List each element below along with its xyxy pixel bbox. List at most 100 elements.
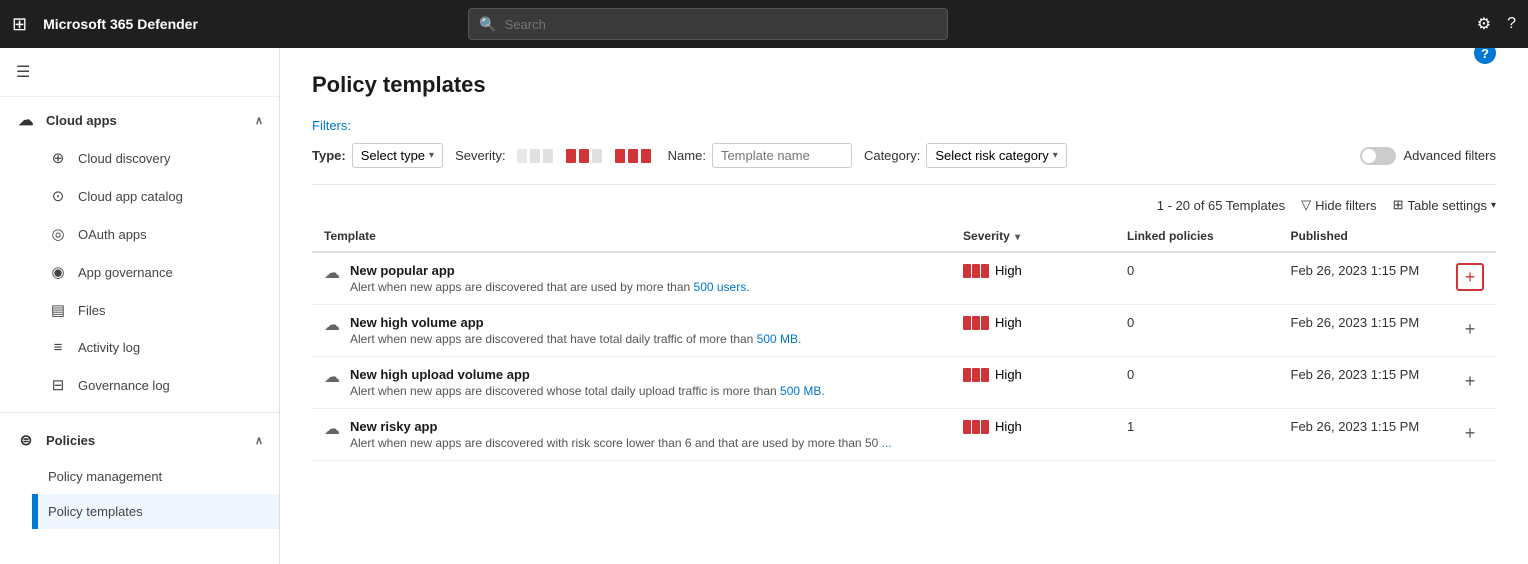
sev-rect-med-1 bbox=[566, 149, 576, 163]
selected-indicator bbox=[35, 494, 38, 529]
template-cell-1: ☁ New high volume app Alert when new app… bbox=[312, 305, 951, 357]
sev-bar-3-0 bbox=[981, 264, 989, 278]
severity-low-swatch[interactable] bbox=[512, 146, 558, 166]
sidebar-item-activity-log[interactable]: ≡ Activity log bbox=[32, 329, 279, 366]
sev-rect-high-3 bbox=[641, 149, 651, 163]
sev-rect-low-2 bbox=[530, 149, 540, 163]
sidebar-item-policy-management[interactable]: Policy management bbox=[32, 459, 279, 494]
hamburger-button[interactable]: ☰ bbox=[0, 48, 279, 97]
template-desc-link-1[interactable]: 500 MB. bbox=[757, 332, 802, 346]
template-text-1: New high volume app Alert when new apps … bbox=[350, 315, 801, 346]
template-cell-inner: ☁ New high upload volume app Alert when … bbox=[324, 367, 939, 398]
col-header-linked: Linked policies bbox=[1115, 221, 1279, 252]
sidebar-label-cloud-apps: Cloud apps bbox=[46, 113, 117, 128]
published-cell-1: Feb 26, 2023 1:15 PM bbox=[1279, 305, 1444, 357]
sidebar-item-oauth-apps[interactable]: ◎ OAuth apps bbox=[32, 215, 279, 253]
col-header-severity[interactable]: Severity ▾ bbox=[951, 221, 1115, 252]
severity-high-swatch[interactable] bbox=[610, 146, 656, 166]
sev-bar-1-3 bbox=[963, 420, 971, 434]
sev-rect-high-1 bbox=[615, 149, 625, 163]
template-desc-3: Alert when new apps are discovered with … bbox=[350, 436, 892, 450]
chevron-up-icon-2: ∧ bbox=[255, 434, 263, 447]
search-bar[interactable]: 🔍 bbox=[468, 8, 948, 40]
sort-arrow-severity: ▾ bbox=[1015, 232, 1020, 243]
add-button-2[interactable]: + bbox=[1456, 367, 1484, 395]
add-highlighted-button-0[interactable]: + bbox=[1456, 263, 1484, 291]
sev-bar-1-1 bbox=[963, 316, 971, 330]
severity-icons bbox=[512, 146, 656, 166]
table-row: ☁ New popular app Alert when new apps ar… bbox=[312, 252, 1496, 305]
advanced-filters-label: Advanced filters bbox=[1404, 148, 1497, 163]
sidebar-item-cloud-discovery[interactable]: ⊕ Cloud discovery bbox=[32, 139, 279, 177]
search-input[interactable] bbox=[505, 17, 938, 32]
severity-cell-3: High bbox=[951, 409, 1115, 461]
name-label: Name: bbox=[668, 148, 706, 163]
sev-bar-1-2 bbox=[963, 368, 971, 382]
sidebar-label-activity-log: Activity log bbox=[78, 340, 140, 355]
sidebar-section-policies: ⊜ Policies ∧ Policy management Policy te… bbox=[0, 417, 279, 533]
filter-funnel-icon: ▽ bbox=[1301, 197, 1311, 213]
type-select[interactable]: Select type ▾ bbox=[352, 143, 443, 168]
table-count: 1 - 20 of 65 Templates bbox=[1157, 198, 1285, 213]
linked-cell-3: 1 bbox=[1115, 409, 1279, 461]
category-select[interactable]: Select risk category ▾ bbox=[926, 143, 1066, 168]
sidebar-item-governance-log[interactable]: ⊟ Governance log bbox=[32, 366, 279, 404]
policies-icon: ⊜ bbox=[16, 431, 36, 449]
type-filter-group: Type: Select type ▾ bbox=[312, 143, 443, 168]
sev-rect-low-3 bbox=[543, 149, 553, 163]
severity-label-3: High bbox=[995, 419, 1022, 434]
sev-bar-2-2 bbox=[972, 368, 980, 382]
severity-indicator-0: High bbox=[963, 263, 1103, 278]
sev-bar-3-2 bbox=[981, 368, 989, 382]
severity-cell-0: High bbox=[951, 252, 1115, 305]
template-desc-2: Alert when new apps are discovered whose… bbox=[350, 384, 825, 398]
sev-bar-2-1 bbox=[972, 316, 980, 330]
help-button[interactable]: ? bbox=[1474, 48, 1496, 64]
template-desc-link-0[interactable]: 500 users. bbox=[694, 280, 750, 294]
settings-icon[interactable]: ⚙ bbox=[1477, 14, 1491, 34]
hide-filters-button[interactable]: ▽ Hide filters bbox=[1301, 197, 1376, 213]
linked-cell-2: 0 bbox=[1115, 357, 1279, 409]
sidebar-item-policy-templates[interactable]: Policy templates bbox=[32, 494, 279, 529]
template-desc-link-3[interactable]: ... bbox=[882, 436, 892, 450]
template-cell-3: ☁ New risky app Alert when new apps are … bbox=[312, 409, 951, 461]
add-button-1[interactable]: + bbox=[1456, 315, 1484, 343]
sidebar-label-policies: Policies bbox=[46, 433, 95, 448]
template-name-2: New high upload volume app bbox=[350, 367, 825, 382]
sidebar-item-app-governance[interactable]: ◉ App governance bbox=[32, 253, 279, 291]
category-chevron-icon: ▾ bbox=[1053, 150, 1058, 161]
grid-icon[interactable]: ⊞ bbox=[12, 14, 27, 35]
sidebar-item-cloud-apps[interactable]: ☁ Cloud apps ∧ bbox=[0, 101, 279, 139]
template-name-1: New high volume app bbox=[350, 315, 801, 330]
search-icon: 🔍 bbox=[479, 16, 496, 33]
category-value: Select risk category bbox=[935, 148, 1048, 163]
sev-bar-2-3 bbox=[972, 420, 980, 434]
sidebar-sub-policies: Policy management Policy templates bbox=[0, 459, 279, 529]
severity-med-swatch[interactable] bbox=[561, 146, 607, 166]
sidebar-label-files: Files bbox=[78, 303, 105, 318]
files-icon: ▤ bbox=[48, 301, 68, 319]
sidebar-sub-cloud: ⊕ Cloud discovery ⊙ Cloud app catalog ◎ … bbox=[0, 139, 279, 404]
template-desc-link-2[interactable]: 500 MB. bbox=[780, 384, 825, 398]
template-text-3: New risky app Alert when new apps are di… bbox=[350, 419, 892, 450]
advanced-filters-toggle[interactable] bbox=[1360, 147, 1396, 165]
sidebar-label-cloud-discovery: Cloud discovery bbox=[78, 151, 171, 166]
template-name-3: New risky app bbox=[350, 419, 892, 434]
hide-filters-label: Hide filters bbox=[1315, 198, 1376, 213]
sidebar-label-app-governance: App governance bbox=[78, 265, 173, 280]
table-settings-button[interactable]: ⊞ Table settings ▾ bbox=[1393, 197, 1496, 213]
table-settings-chevron-icon: ▾ bbox=[1491, 200, 1496, 211]
table-body: ☁ New popular app Alert when new apps ar… bbox=[312, 252, 1496, 461]
chevron-up-icon: ∧ bbox=[255, 114, 263, 127]
name-input[interactable] bbox=[712, 143, 852, 168]
add-button-3[interactable]: + bbox=[1456, 419, 1484, 447]
action-cell-3: + bbox=[1444, 409, 1496, 461]
template-cell-2: ☁ New high upload volume app Alert when … bbox=[312, 357, 951, 409]
sidebar-item-policies[interactable]: ⊜ Policies ∧ bbox=[0, 421, 279, 459]
sidebar-divider bbox=[0, 412, 279, 413]
sidebar-item-files[interactable]: ▤ Files bbox=[32, 291, 279, 329]
topnav-right: ⚙ ? bbox=[1477, 14, 1516, 34]
type-value: Select type bbox=[361, 148, 425, 163]
sidebar-item-cloud-app-catalog[interactable]: ⊙ Cloud app catalog bbox=[32, 177, 279, 215]
help-icon[interactable]: ? bbox=[1507, 15, 1516, 33]
